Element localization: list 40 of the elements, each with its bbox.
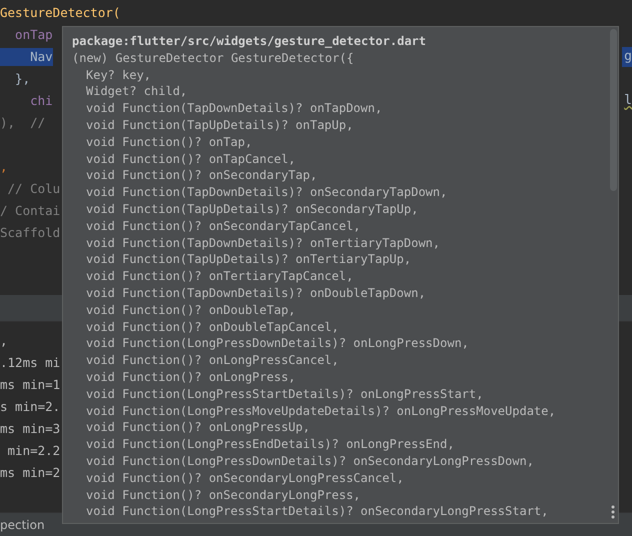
parameter-line: void Function()? onDoubleTap,: [85, 302, 297, 319]
parameter-line: void Function()? onTapCancel,: [85, 150, 297, 168]
parameter-line: void Function()? onSecondaryLongPressCancel,: [85, 470, 405, 487]
console-line: ms min=2: [0, 464, 60, 482]
parameter-line: void Function(TapUpDetails)? onSecondaryTapUp,: [85, 200, 420, 218]
parameter-line: void Function()? onDoubleTapCancel,: [85, 318, 340, 336]
console-line: ,: [0, 332, 8, 350]
console-line: .12ms mi: [0, 354, 60, 372]
parameter-line: void Function(LongPressStartDetails)? onSecondaryLongPressStart,: [85, 503, 550, 520]
parameter-line: void Function(LongPressMoveUpdateDetails)? onLongPressMoveUpdate,: [85, 402, 557, 420]
console-line: ms min=1: [0, 376, 60, 394]
tool-tab[interactable]: pection: [0, 516, 45, 534]
parameter-line: void Function(TapDownDetails)? onTapDown,: [85, 100, 384, 117]
parameter-line: void Function(TapUpDetails)? onTapUp,: [85, 116, 354, 134]
signature-line: (new) GestureDetector GestureDetector({: [72, 50, 355, 67]
parameter-line: void Function(TapDownDetails)? onTertiaryTapDown,: [85, 234, 442, 252]
console-line: s min=2.: [0, 398, 60, 416]
parameter-line: Key? key,: [85, 66, 152, 84]
parameter-line: void Function()? onLongPressUp,: [85, 419, 311, 436]
more-icon[interactable]: [611, 505, 615, 519]
parameter-line: void Function()? onSecondaryTap,: [85, 167, 318, 184]
parameter-line: void Function(TapUpDetails)? onTertiaryTapUp,: [85, 251, 412, 268]
parameter-line: void Function(TapDownDetails)? onDoubleTapDown,: [85, 284, 427, 302]
parameter-line: Widget? child,: [85, 83, 188, 100]
parameter-line: void Function(LongPressStartDetails)? onLongPressStart,: [85, 386, 484, 403]
parameter-line: void Function()? onTap,: [85, 134, 254, 151]
parameter-line: void Function(LongPressDownDetails)? onLongPressDown,: [85, 335, 470, 352]
package-path: package:flutter/src/widgets/gesture_detector.dart: [72, 33, 428, 50]
parameter-line: void Function(LongPressEndDetails)? onLongPressEnd,: [85, 436, 456, 453]
console-line: ms min=3: [0, 420, 60, 438]
console-line: min=2.2: [6, 442, 60, 460]
parameter-line: void Function()? onLongPress,: [85, 368, 297, 386]
parameter-line: void Function()? onTertiaryTapCancel,: [85, 268, 354, 285]
code-fragment: g: [622, 47, 632, 67]
parameter-line: void Function()? onLongPressCancel,: [85, 352, 340, 369]
code-fragment: l: [623, 92, 632, 110]
parameter-line: void Function(TapDownDetails)? onSecondaryTapDown,: [85, 184, 448, 201]
parameter-line: void Function()? onSecondaryLongPress,: [85, 486, 362, 504]
parameter-line: void Function(LongPressDownDetails)? onSecondaryLongPressDown,: [85, 452, 535, 470]
parameter-line: void Function()? onSecondaryTapCancel,: [85, 218, 362, 235]
